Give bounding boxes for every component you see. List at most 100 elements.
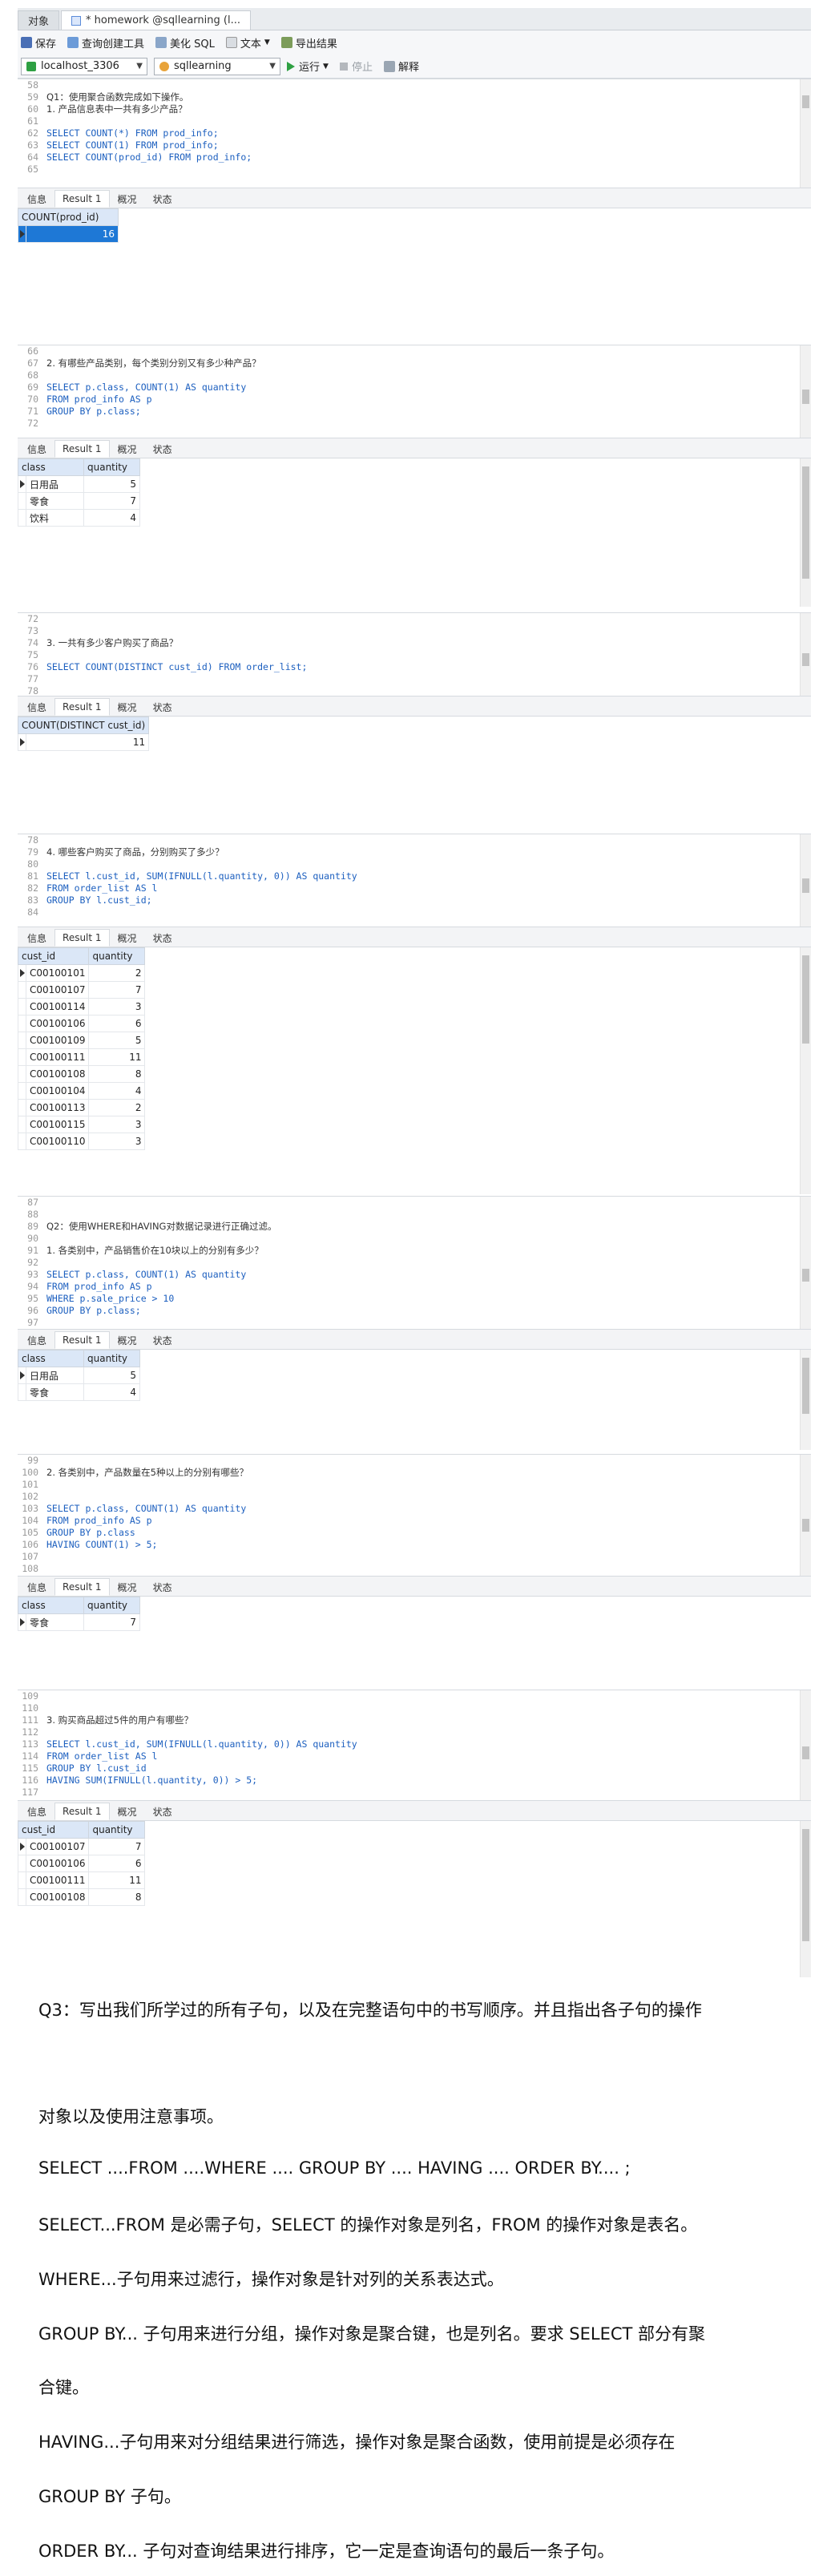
- editor-scrollbar[interactable]: [800, 345, 811, 438]
- result-tab[interactable]: 信息: [19, 698, 54, 716]
- result-tab[interactable]: 状态: [145, 1803, 180, 1820]
- table-cell[interactable]: C00100110: [25, 1133, 90, 1150]
- table-cell[interactable]: 7: [88, 981, 146, 999]
- query-builder-button[interactable]: 查询创建工具: [67, 35, 144, 50]
- editor-scrollbar[interactable]: [800, 1197, 811, 1329]
- table-cell[interactable]: 零食: [26, 1613, 84, 1631]
- table-row[interactable]: 日用品 5: [18, 475, 140, 493]
- column-header[interactable]: class: [18, 458, 84, 476]
- result-tab[interactable]: 概况: [110, 440, 145, 458]
- table-cell[interactable]: 8: [88, 1888, 146, 1906]
- table-cell[interactable]: C00100113: [25, 1099, 90, 1116]
- table-cell[interactable]: 零食: [26, 492, 84, 510]
- scrollbar-thumb[interactable]: [802, 1269, 809, 1282]
- table-cell[interactable]: 日用品: [26, 1367, 84, 1384]
- table-cell[interactable]: 6: [88, 1855, 146, 1872]
- result-tab[interactable]: 状态: [145, 1578, 180, 1596]
- table-row[interactable]: C00100107 7: [18, 1838, 146, 1855]
- table-cell[interactable]: 5: [83, 475, 140, 493]
- table-cell[interactable]: 2: [88, 964, 146, 982]
- result-tab[interactable]: 概况: [110, 1578, 145, 1596]
- editor-scrollbar[interactable]: [800, 834, 811, 927]
- result-tab[interactable]: Result 1: [54, 1331, 110, 1349]
- column-header[interactable]: class: [18, 1350, 84, 1367]
- scrollbar-thumb[interactable]: [802, 1746, 809, 1759]
- table-row[interactable]: C00100109 5: [18, 1032, 146, 1049]
- result-tab[interactable]: Result 1: [54, 190, 110, 208]
- text-button[interactable]: 文本 ▼: [225, 35, 270, 50]
- tab-homework-query[interactable]: * homework @sqllearning (l...: [61, 10, 251, 30]
- table-cell[interactable]: 11: [88, 1871, 146, 1889]
- table-cell[interactable]: 11: [25, 733, 150, 751]
- editor-scrollbar[interactable]: [800, 79, 811, 188]
- sql-editor[interactable]: 87 88 89 Q2：使用WHERE和HAVING对数据记录进行正确过滤。 90 91 1…: [18, 1196, 811, 1329]
- table-cell[interactable]: C00100107: [25, 1838, 90, 1855]
- table-row[interactable]: 日用品 5: [18, 1367, 140, 1384]
- table-row[interactable]: 饮料 4: [18, 509, 140, 527]
- result-tab[interactable]: 概况: [110, 929, 145, 947]
- column-header[interactable]: cust_id: [17, 947, 90, 965]
- result-tab[interactable]: 概况: [110, 698, 145, 716]
- tab-objects[interactable]: 对象: [18, 10, 60, 30]
- table-cell[interactable]: 零食: [26, 1383, 84, 1401]
- grid-scrollbar[interactable]: [800, 1821, 811, 1977]
- table-cell[interactable]: 7: [88, 1838, 146, 1855]
- scrollbar-thumb[interactable]: [802, 653, 809, 666]
- sql-editor[interactable]: 99 100 2. 各类别中，产品数量在5种以上的分别有哪些？ 101 102 103 SE…: [18, 1454, 811, 1576]
- scrollbar-thumb[interactable]: [802, 390, 809, 404]
- table-row[interactable]: C00100115 3: [18, 1116, 146, 1133]
- result-tab[interactable]: Result 1: [54, 698, 110, 716]
- editor-scrollbar[interactable]: [800, 1455, 811, 1576]
- result-tab[interactable]: 概况: [110, 1803, 145, 1820]
- result-tab[interactable]: 信息: [19, 190, 54, 208]
- result-tab[interactable]: Result 1: [54, 440, 110, 458]
- editor-scrollbar[interactable]: [800, 1690, 811, 1800]
- table-cell[interactable]: 7: [83, 492, 140, 510]
- database-select[interactable]: sqllearning ▼: [154, 57, 280, 75]
- result-tab[interactable]: Result 1: [54, 929, 110, 947]
- result-tab[interactable]: 信息: [19, 1331, 54, 1349]
- table-cell[interactable]: 4: [83, 1383, 140, 1401]
- result-tab[interactable]: 信息: [19, 1803, 54, 1820]
- table-cell[interactable]: C00100111: [25, 1048, 90, 1066]
- result-tab[interactable]: Result 1: [54, 1578, 110, 1596]
- scrollbar-thumb[interactable]: [802, 955, 809, 1044]
- table-row[interactable]: 11: [18, 733, 150, 751]
- column-header[interactable]: quantity: [83, 1597, 140, 1614]
- table-row[interactable]: C00100108 8: [18, 1888, 146, 1906]
- table-row[interactable]: 零食 4: [18, 1383, 140, 1401]
- table-row[interactable]: 零食 7: [18, 1613, 140, 1631]
- result-tab[interactable]: 状态: [145, 440, 180, 458]
- table-cell[interactable]: 3: [88, 998, 146, 1015]
- table-cell[interactable]: C00100109: [25, 1032, 90, 1049]
- table-cell[interactable]: C00100106: [25, 1015, 90, 1032]
- table-row[interactable]: C00100114 3: [18, 998, 146, 1015]
- table-cell[interactable]: 6: [88, 1015, 146, 1032]
- result-tab[interactable]: 概况: [110, 1331, 145, 1349]
- table-cell[interactable]: C00100114: [25, 998, 90, 1015]
- table-cell[interactable]: 2: [88, 1099, 146, 1116]
- table-cell[interactable]: C00100108: [25, 1065, 90, 1083]
- explain-button[interactable]: 解释: [383, 59, 419, 74]
- grid-scrollbar[interactable]: [800, 458, 811, 607]
- table-row[interactable]: C00100113 2: [18, 1099, 146, 1116]
- table-row[interactable]: C00100111 11: [18, 1871, 146, 1889]
- save-button[interactable]: 保存: [21, 35, 56, 50]
- result-tab[interactable]: 信息: [19, 440, 54, 458]
- table-cell[interactable]: 3: [88, 1116, 146, 1133]
- column-header[interactable]: class: [18, 1597, 84, 1614]
- scrollbar-thumb[interactable]: [802, 1519, 809, 1532]
- scrollbar-thumb[interactable]: [802, 95, 809, 108]
- table-cell[interactable]: C00100115: [25, 1116, 90, 1133]
- sql-editor[interactable]: 66 67 2. 有哪些产品类别，每个类别分别又有多少种产品？ 68 69 SELECT …: [18, 345, 811, 438]
- table-row[interactable]: C00100106 6: [18, 1015, 146, 1032]
- table-row[interactable]: 16: [18, 225, 119, 243]
- table-row[interactable]: C00100106 6: [18, 1855, 146, 1872]
- grid-scrollbar[interactable]: [800, 947, 811, 1194]
- connection-select[interactable]: localhost_3306 ▼: [21, 57, 147, 75]
- table-cell[interactable]: C00100106: [25, 1855, 90, 1872]
- grid-scrollbar[interactable]: [800, 1350, 811, 1450]
- table-cell[interactable]: C00100104: [25, 1082, 90, 1100]
- table-cell[interactable]: 4: [88, 1082, 146, 1100]
- table-cell[interactable]: 3: [88, 1133, 146, 1150]
